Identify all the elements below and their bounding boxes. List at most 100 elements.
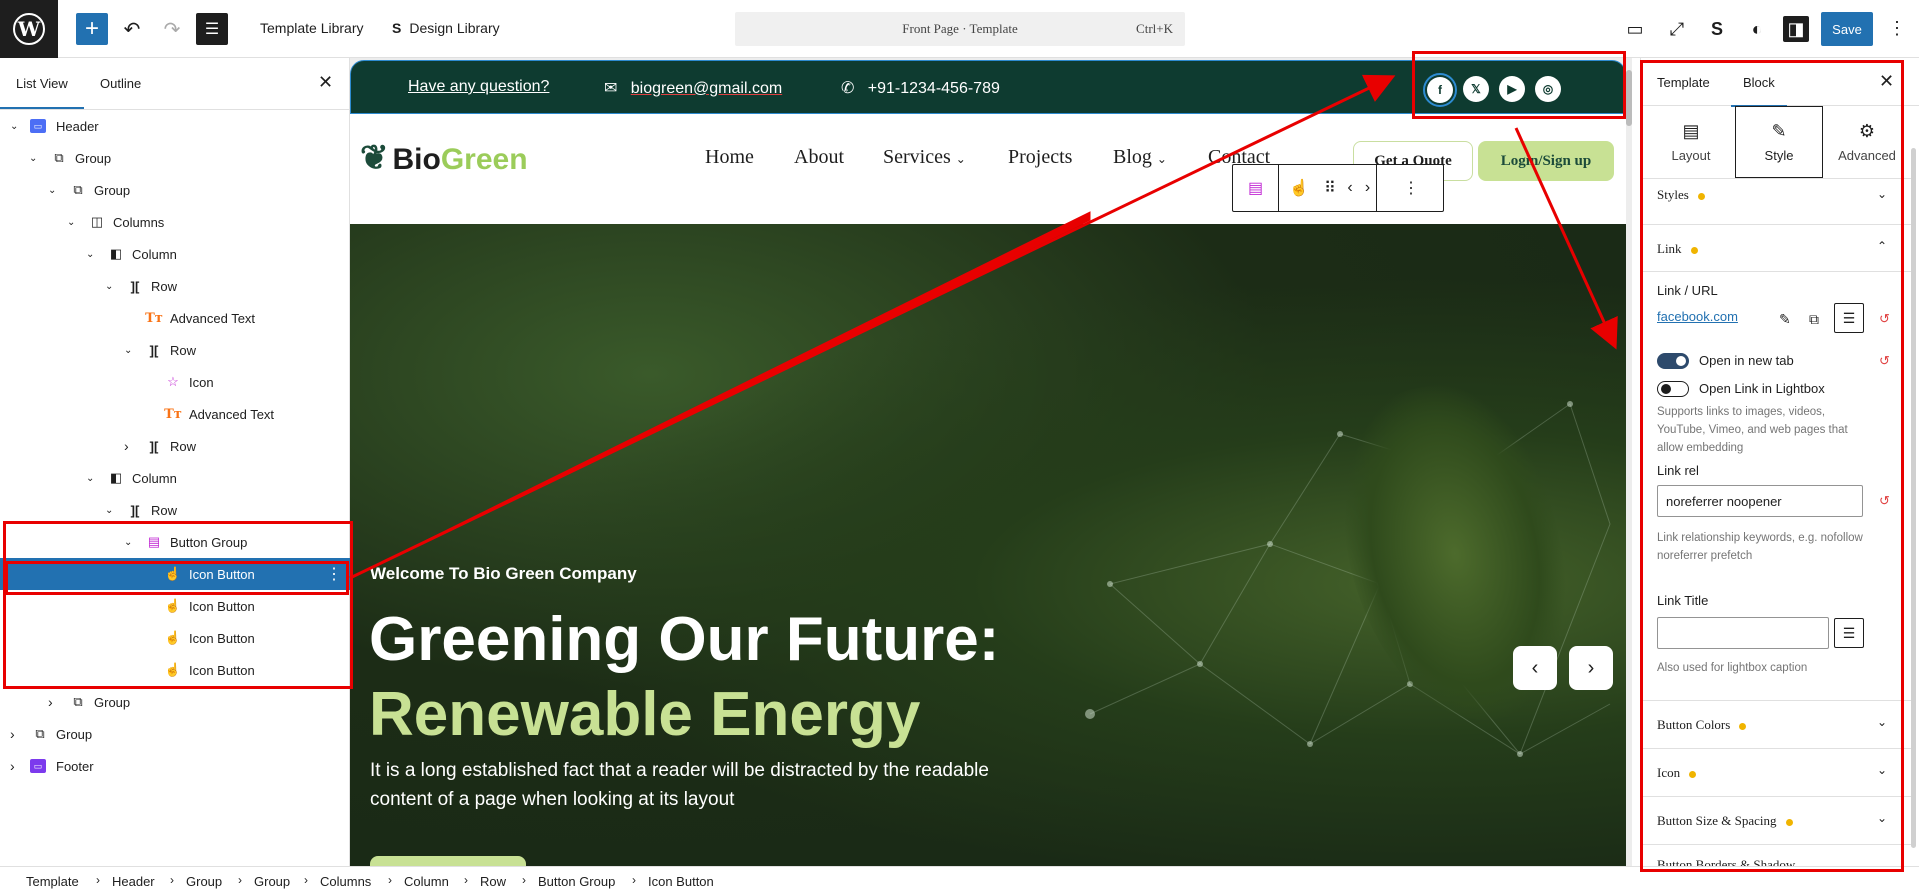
list-view-item[interactable]: ☝ Icon Button (0, 622, 350, 654)
instagram-icon[interactable]: ◎ (1535, 76, 1561, 102)
slider-next-button[interactable]: › (1569, 646, 1613, 690)
list-view-item[interactable]: ☝ Icon Button (0, 590, 350, 622)
phone-contact[interactable]: ✆ +91-1234-456-789 (841, 78, 1000, 98)
breadcrumb-item[interactable]: Icon Button (648, 874, 714, 889)
list-view-item[interactable]: ⌄ ◧ Column (0, 462, 350, 494)
breadcrumb-item[interactable]: Group (186, 874, 222, 889)
list-view-item[interactable]: ⌄ ◫ Columns (0, 206, 350, 238)
subtab-layout[interactable]: ▤ Layout (1647, 106, 1735, 178)
list-view-item[interactable]: Tт Advanced Text (0, 302, 350, 334)
chevron-down-icon[interactable]: ⌄ (86, 249, 98, 260)
list-view-item[interactable]: ☝ Icon Button ⋮ (0, 558, 350, 590)
open-lightbox-toggle[interactable] (1657, 381, 1689, 397)
chevron-down-icon[interactable]: ⌄ (124, 345, 136, 356)
slider-prev-button[interactable]: ‹ (1513, 646, 1557, 690)
email-contact[interactable]: ✉ biogreen@gmail.com (604, 78, 782, 98)
reset-icon[interactable]: ↺ (1879, 493, 1890, 509)
parent-block-button[interactable]: ▤ (1233, 165, 1279, 211)
tab-outline[interactable]: Outline (100, 76, 141, 91)
wordpress-logo-button[interactable]: W (0, 0, 58, 58)
document-overview-button[interactable]: ☰ (196, 13, 228, 45)
chevron-up-icon[interactable]: ⌃ (1877, 239, 1887, 253)
list-view-item[interactable]: ⌄][Row (0, 270, 350, 302)
settings-sidebar-button[interactable]: ◨ (1783, 16, 1809, 42)
drag-handle[interactable]: ⠿ (1319, 165, 1341, 211)
breadcrumb-item[interactable]: Columns (320, 874, 371, 889)
nav-home[interactable]: Home (705, 146, 754, 169)
reset-icon[interactable]: ↺ (1879, 353, 1890, 369)
list-view-item[interactable]: ⌄ ⧉ Group (0, 174, 350, 206)
more-vertical-icon[interactable]: ⋮ (326, 564, 342, 584)
x-twitter-icon[interactable]: 𝕏 (1463, 76, 1489, 102)
youtube-icon[interactable]: ▶ (1499, 76, 1525, 102)
list-view-item[interactable]: Tт Advanced Text (0, 398, 350, 430)
breadcrumb-item[interactable]: Button Group (538, 874, 615, 889)
styles-section-toggle[interactable]: Styles ⌄ (1641, 178, 1911, 224)
reset-icon[interactable]: ↺ (1879, 311, 1890, 327)
link-url-value[interactable]: facebook.com (1657, 309, 1738, 324)
link-section-title[interactable]: Link (1657, 241, 1698, 257)
breadcrumb-item[interactable]: Column (404, 874, 449, 889)
fullscreen-button[interactable]: ⤢ (1664, 16, 1690, 42)
facebook-icon[interactable]: f (1423, 73, 1457, 107)
template-library-button[interactable]: Template Library (260, 20, 364, 36)
design-library-button[interactable]: S Design Library (392, 20, 500, 36)
link-title-input[interactable] (1657, 617, 1829, 649)
list-view-item[interactable]: ⌄][Row (0, 334, 350, 366)
settings-scrollbar[interactable] (1911, 148, 1916, 848)
list-view-item[interactable]: › ▭ Footer (0, 750, 350, 782)
list-view-item[interactable]: ☆ Icon (0, 366, 350, 398)
move-right-button[interactable]: › (1359, 165, 1377, 211)
hero-cta-button[interactable] (370, 856, 526, 866)
chevron-down-icon[interactable]: ⌄ (10, 121, 22, 132)
link-rel-input[interactable] (1657, 485, 1863, 517)
list-view-item[interactable]: ⌄ ◧ Column (0, 238, 350, 270)
login-signup-button[interactable]: Login/Sign up (1478, 141, 1614, 181)
chevron-down-icon[interactable]: ⌄ (48, 185, 60, 196)
chevron-right-icon[interactable]: › (124, 438, 136, 454)
button-size-section-toggle[interactable]: Button Size & Spacing ⌄ (1641, 796, 1911, 844)
list-view-item[interactable]: ⌄ ⧉ Group (0, 142, 350, 174)
chevron-down-icon[interactable]: ⌄ (124, 537, 136, 548)
undo-button[interactable]: ↶ (116, 13, 148, 45)
list-view-item[interactable]: ⌄ ▭ Header (0, 110, 350, 142)
chevron-down-icon[interactable]: ⌄ (105, 281, 117, 292)
list-view-item[interactable]: › ⧉ Group (0, 718, 350, 750)
copy-icon[interactable]: ⧉ (1809, 311, 1819, 328)
options-button[interactable]: ⋮ (1888, 18, 1906, 39)
close-settings-button[interactable]: ✕ (1879, 71, 1894, 92)
chevron-down-icon[interactable]: ⌄ (67, 217, 79, 228)
styles-button[interactable]: ◐ (1744, 16, 1770, 42)
move-left-button[interactable]: ‹ (1341, 165, 1359, 211)
nav-services[interactable]: Services ⌄ (883, 146, 966, 169)
icon-section-toggle[interactable]: Icon ⌄ (1641, 748, 1911, 796)
site-logo[interactable]: ❦ BioGreen (360, 138, 528, 178)
button-borders-section-toggle[interactable]: Button Borders & Shadow (1641, 844, 1911, 866)
chevron-down-icon[interactable]: ⌄ (29, 153, 41, 164)
block-type-button[interactable]: ☝ (1279, 165, 1319, 211)
question-link[interactable]: Have any question? (408, 78, 549, 96)
redo-button[interactable]: ↷ (156, 13, 188, 45)
breadcrumb-item[interactable]: Group (254, 874, 290, 889)
chevron-down-icon[interactable]: ⌄ (105, 505, 117, 516)
chevron-right-icon[interactable]: › (48, 694, 60, 710)
nav-about[interactable]: About (794, 146, 844, 169)
nav-blog[interactable]: Blog ⌄ (1113, 146, 1167, 169)
block-options-button[interactable]: ⋮ (1378, 165, 1444, 211)
edit-pencil-icon[interactable]: ✎ (1779, 311, 1791, 328)
add-block-button[interactable]: + (76, 13, 108, 45)
list-view-item[interactable]: ›][Row (0, 430, 350, 462)
subtab-advanced[interactable]: ⚙ Advanced (1823, 106, 1911, 178)
button-colors-section-toggle[interactable]: Button Colors ⌄ (1641, 700, 1911, 748)
dynamic-content-button[interactable]: ☰ (1834, 303, 1864, 333)
list-view-item[interactable]: › ⧉ Group (0, 686, 350, 718)
list-view-item[interactable]: ⌄ ▤ Button Group (0, 526, 350, 558)
breadcrumb-item[interactable]: Header (112, 874, 155, 889)
list-view-item[interactable]: ⌄][Row (0, 494, 350, 526)
breadcrumb-item[interactable]: Template (26, 874, 79, 889)
list-view-item[interactable]: ☝ Icon Button (0, 654, 350, 686)
chevron-down-icon[interactable]: ⌄ (86, 473, 98, 484)
save-button[interactable]: Save (1821, 12, 1873, 46)
chevron-right-icon[interactable]: › (10, 726, 22, 742)
canvas-scrollbar[interactable] (1626, 70, 1632, 126)
